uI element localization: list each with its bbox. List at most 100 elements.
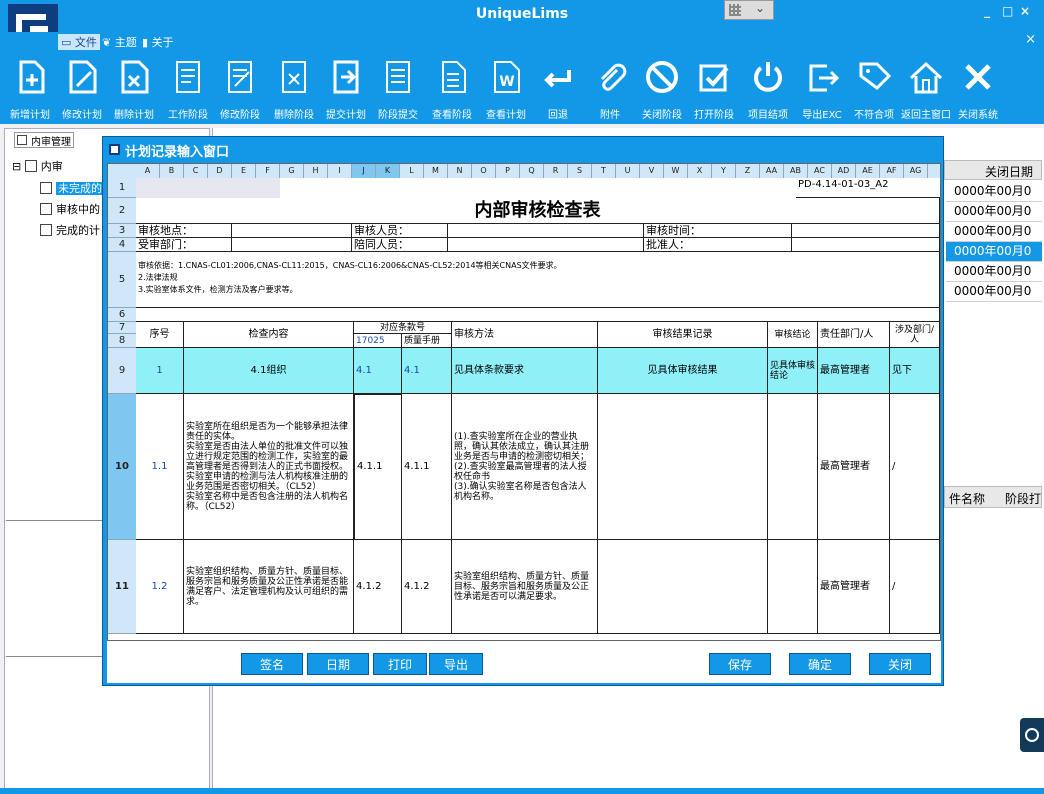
- column-header[interactable]: P: [496, 164, 520, 178]
- column-header[interactable]: T: [592, 164, 616, 178]
- row-header[interactable]: 2: [108, 198, 136, 224]
- confirm-button[interactable]: 确定: [789, 653, 851, 675]
- column-header[interactable]: W: [664, 164, 688, 178]
- toolbar-button-14[interactable]: 项目结项: [742, 54, 794, 122]
- info-cell[interactable]: 审核地点：: [136, 224, 232, 238]
- column-header[interactable]: B: [160, 164, 184, 178]
- column-header[interactable]: AD: [832, 164, 856, 178]
- row11-seq[interactable]: 1.2: [136, 540, 184, 634]
- screen-control[interactable]: ⌄: [724, 0, 774, 20]
- row11-conclusion[interactable]: [768, 540, 818, 634]
- row9-content[interactable]: 4.1组织: [184, 348, 354, 394]
- column-header[interactable]: Q: [520, 164, 544, 178]
- print-button[interactable]: 打印: [373, 653, 427, 675]
- info-cell[interactable]: [232, 238, 352, 252]
- info-cell[interactable]: 陪同人员：: [352, 238, 448, 252]
- column-header[interactable]: AA: [760, 164, 784, 178]
- maximize-button[interactable]: □: [1002, 4, 1013, 18]
- sheet-title[interactable]: 内部审核检查表: [136, 198, 940, 224]
- tree-item-incomplete[interactable]: 未完成的: [40, 180, 104, 196]
- row10-record[interactable]: [598, 394, 768, 540]
- column-header-file-name[interactable]: 件名称: [949, 490, 985, 507]
- tab-audit-management[interactable]: 内审管理: [14, 132, 74, 148]
- row10-b[interactable]: 4.1.1: [402, 394, 452, 540]
- menu-file[interactable]: ▭ 文件: [58, 34, 100, 50]
- doc-code-cell[interactable]: PD-4.14-01-03_A2: [796, 178, 940, 198]
- row11-dept[interactable]: 最高管理者: [818, 540, 890, 634]
- row11-b[interactable]: 4.1.2: [402, 540, 452, 634]
- toolbar-button-10[interactable]: 回退: [532, 54, 584, 122]
- row9-a[interactable]: 4.1: [354, 348, 402, 394]
- column-header[interactable]: A: [136, 164, 160, 178]
- row9-method[interactable]: 见具体条款要求: [452, 348, 598, 394]
- info-cell[interactable]: [448, 224, 644, 238]
- row9-seq[interactable]: 1: [136, 348, 184, 394]
- close-date-cell[interactable]: 0000年00月0: [946, 282, 1042, 302]
- hdr-clause[interactable]: 对应条款号: [354, 322, 452, 334]
- info-cell[interactable]: [792, 224, 940, 238]
- toolbar-button-8[interactable]: 查看阶段: [426, 54, 478, 122]
- column-header[interactable]: I: [328, 164, 352, 178]
- column-header[interactable]: V: [640, 164, 664, 178]
- row10-method[interactable]: (1).查实验室所在企业的营业执照，确认其依法成立，确认其注册业务是否与申请的检…: [452, 394, 598, 540]
- info-cell[interactable]: 批准人：: [644, 238, 792, 252]
- close-date-cell[interactable]: 0000年00月0: [946, 182, 1042, 202]
- column-header-stage[interactable]: 阶段打: [1005, 490, 1041, 507]
- column-header[interactable]: E: [232, 164, 256, 178]
- toolbar-button-2[interactable]: 删除计划: [108, 54, 160, 122]
- toolbar-button-5[interactable]: 删除阶段: [268, 54, 320, 122]
- hdr-dept[interactable]: 责任部门/人: [818, 322, 890, 348]
- row11-involve[interactable]: /: [890, 540, 940, 634]
- close-tab-button[interactable]: ×: [1025, 32, 1036, 47]
- column-header[interactable]: U: [616, 164, 640, 178]
- row11-method[interactable]: 实验室组织结构、质量方针、质量目标、服务宗旨和服务质量及公正性承诺是否可以满足要…: [452, 540, 598, 634]
- row9-dept[interactable]: 最高管理者: [818, 348, 890, 394]
- column-header[interactable]: AE: [856, 164, 880, 178]
- row9-conclusion[interactable]: 见具体审核结论: [768, 348, 818, 394]
- side-widget[interactable]: [1020, 718, 1044, 752]
- toolbar-button-17[interactable]: 返回主窗口: [900, 54, 952, 122]
- hdr-content[interactable]: 检查内容: [184, 322, 354, 348]
- row-header[interactable]: 7: [108, 322, 136, 334]
- row9-involve[interactable]: 见下: [890, 348, 940, 394]
- toolbar-button-7[interactable]: 阶段提交: [372, 54, 424, 122]
- row11-content[interactable]: 实验室组织结构、质量方针、质量目标、服务宗旨和服务质量及公正性承诺是否能满足客户…: [184, 540, 354, 634]
- row10-a[interactable]: 4.1.1: [354, 394, 402, 540]
- toolbar-button-1[interactable]: 修改计划: [56, 54, 108, 122]
- sign-button[interactable]: 签名: [241, 653, 303, 675]
- hdr-method[interactable]: 审核方法: [452, 322, 598, 348]
- row10-content[interactable]: 实验室所在组织是否为一个能够承担法律责任的实体。 实验室是否由法人单位的批准文件…: [184, 394, 354, 540]
- toolbar-button-18[interactable]: 关闭系统: [952, 54, 1004, 122]
- row-header[interactable]: 9: [108, 348, 136, 394]
- tree-root[interactable]: ⊟ 内审: [12, 158, 63, 174]
- column-header[interactable]: Z: [736, 164, 760, 178]
- toolbar-button-11[interactable]: 附件: [584, 54, 636, 122]
- close-date-cell[interactable]: 0000年00月0: [946, 262, 1042, 282]
- row11-record[interactable]: [598, 540, 768, 634]
- close-date-cell[interactable]: 0000年00月0: [946, 202, 1042, 222]
- column-header[interactable]: H: [304, 164, 328, 178]
- column-header[interactable]: F: [256, 164, 280, 178]
- save-button[interactable]: 保存: [709, 653, 771, 675]
- row1-shade[interactable]: [136, 178, 280, 198]
- info-cell[interactable]: 审核时间：: [644, 224, 792, 238]
- close-button[interactable]: 关闭: [869, 653, 931, 675]
- row-header[interactable]: 4: [108, 238, 136, 252]
- info-cell[interactable]: 受审部门：: [136, 238, 232, 252]
- column-header[interactable]: S: [568, 164, 592, 178]
- menu-theme[interactable]: ❦ 主题: [102, 34, 137, 50]
- column-header[interactable]: AC: [808, 164, 832, 178]
- toolbar-button-15[interactable]: 导出EXC: [796, 54, 848, 122]
- hdr-clause-b[interactable]: 质量手册: [402, 334, 452, 348]
- tree-item-completed[interactable]: 完成的计: [40, 222, 100, 238]
- row-header[interactable]: 5: [108, 252, 136, 308]
- column-header[interactable]: AG: [904, 164, 928, 178]
- row9-b[interactable]: 4.1: [402, 348, 452, 394]
- toolbar-button-9[interactable]: W 查看计划: [480, 54, 532, 122]
- row10-involve[interactable]: /: [890, 394, 940, 540]
- toolbar-button-3[interactable]: 工作阶段: [162, 54, 214, 122]
- row11-a[interactable]: 4.1.2: [354, 540, 402, 634]
- hdr-seq[interactable]: 序号: [136, 322, 184, 348]
- info-cell[interactable]: [448, 238, 644, 252]
- hdr-clause-a[interactable]: 17025: [354, 334, 402, 348]
